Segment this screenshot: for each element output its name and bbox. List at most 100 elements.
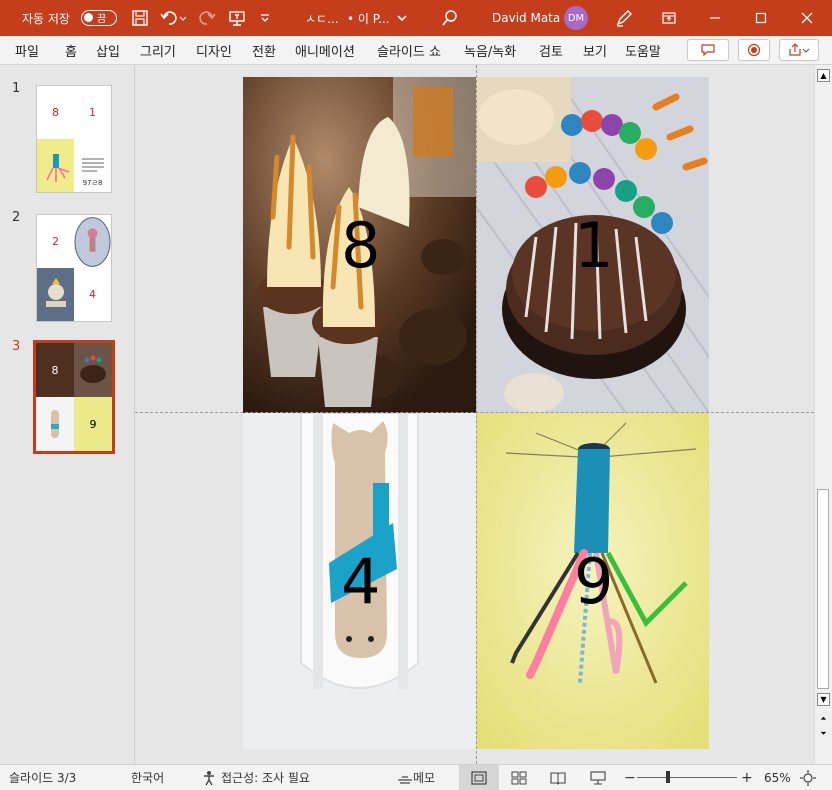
language-indicator[interactable]: 한국어	[131, 765, 164, 790]
zoom-level[interactable]: 65%	[764, 765, 791, 790]
reading-view-button[interactable]	[550, 765, 566, 790]
tab-slideshow[interactable]: 슬라이드 쇼	[377, 36, 441, 64]
user-avatar[interactable]: DM	[564, 0, 588, 36]
fit-to-window-icon	[800, 769, 816, 786]
next-slide-icon[interactable]: ⏷	[817, 727, 830, 740]
thumb3-cell: 8	[36, 343, 74, 397]
normal-view-icon	[471, 770, 487, 785]
thumb2-image	[74, 215, 111, 268]
slide-indicator: 슬라이드 3/3	[9, 771, 77, 785]
tab-draw[interactable]: 그리기	[140, 36, 176, 64]
thumb3-image	[36, 397, 74, 451]
record-icon	[747, 43, 761, 57]
undo-icon[interactable]	[160, 0, 186, 36]
previous-slide-icon[interactable]: ⏶	[817, 712, 830, 725]
tab-view[interactable]: 보기	[583, 36, 607, 64]
minimize-icon[interactable]	[692, 0, 738, 36]
pen-icon[interactable]	[614, 0, 634, 36]
thumb2-cell: 4	[89, 288, 96, 301]
share-button[interactable]	[779, 39, 819, 61]
tab-insert[interactable]: 삽입	[96, 36, 120, 64]
reading-view-icon	[550, 771, 566, 785]
zoom-out-button[interactable]: −	[624, 765, 636, 790]
vertical-scrollbar[interactable]: ▲ ▼ ⏶ ⏷	[814, 65, 832, 764]
thumbnail-number-1: 1	[12, 81, 21, 96]
slide-canvas-area[interactable]: 8 1 4 9	[135, 65, 814, 764]
thumb1-cell: 1	[89, 106, 96, 119]
title-bar: 자동 저장 끔 ㅅㄷ... • 이 P... David Mata DM	[0, 0, 832, 36]
close-icon[interactable]	[784, 0, 830, 36]
zoom-slider[interactable]	[637, 765, 737, 790]
thumbnail-number-2: 2	[12, 210, 21, 225]
thumb1-cell: 8	[52, 106, 59, 119]
thumb3-cell: 9	[74, 397, 112, 451]
scroll-thumb[interactable]	[817, 489, 829, 689]
tab-help[interactable]: 도움말	[625, 36, 661, 64]
maximize-icon[interactable]	[738, 0, 784, 36]
zoom-thumb[interactable]	[666, 771, 670, 783]
slide-thumbnail-2[interactable]: 2 4	[36, 214, 112, 322]
slide-number-1[interactable]: 1	[574, 209, 613, 282]
slide-thumbnail-3[interactable]: 8 9	[33, 340, 115, 454]
document-status[interactable]: • 이 P...	[347, 0, 390, 36]
tab-design[interactable]: 디자인	[196, 36, 232, 64]
tab-file[interactable]: 파일	[15, 36, 39, 64]
accessibility-status: 접근성: 조사 필요	[221, 771, 310, 785]
scroll-up-icon[interactable]: ▲	[817, 69, 830, 82]
notes-button[interactable]: 메모	[397, 765, 435, 790]
share-icon	[789, 43, 810, 56]
customize-toolbar-icon[interactable]	[259, 0, 271, 36]
notes-label: 메모	[413, 771, 436, 785]
accessibility-icon	[204, 770, 214, 785]
status-bar: 슬라이드 3/3 한국어 접근성: 조사 필요 메모 − + 65%	[0, 764, 832, 790]
comment-icon	[701, 44, 715, 56]
ribbon-display-icon[interactable]	[646, 0, 692, 36]
slide-sorter-button[interactable]	[511, 765, 527, 790]
tab-home[interactable]: 홈	[65, 36, 77, 64]
zoom-track	[637, 777, 737, 778]
zoom-in-button[interactable]: +	[741, 765, 753, 790]
autosave-label: 자동 저장	[22, 11, 70, 26]
slide-number-8[interactable]: 8	[341, 209, 380, 282]
accessibility-button[interactable]: 접근성: 조사 필요	[201, 765, 310, 790]
slideshow-button[interactable]	[590, 765, 606, 790]
thumb2-image	[37, 268, 74, 321]
thumb2-cell: 2	[52, 235, 59, 248]
avatar-initials: DM	[564, 6, 588, 30]
search-icon[interactable]	[441, 0, 459, 36]
present-from-start-icon[interactable]	[228, 0, 246, 36]
comments-button[interactable]	[687, 39, 729, 61]
vertical-guide-line[interactable]	[476, 65, 477, 764]
slide-thumbnail-pane[interactable]: 1 8 1 97ㄹ8 2 2 4 3 8 9	[0, 65, 135, 764]
normal-view-button[interactable]	[459, 765, 499, 790]
horizontal-guide-line[interactable]	[135, 412, 814, 413]
straws-photo[interactable]: 9	[476, 413, 709, 749]
autosave-toggle[interactable]: 끔	[81, 0, 117, 36]
record-button[interactable]	[738, 39, 770, 61]
tab-review[interactable]: 검토	[539, 36, 563, 64]
crochet-bear-photo[interactable]: 4	[243, 413, 476, 749]
tab-record[interactable]: 녹음/녹화	[464, 36, 516, 64]
user-name[interactable]: David Mata	[492, 0, 560, 36]
cupcakes-photo[interactable]: 8	[243, 77, 476, 413]
slide-number-4[interactable]: 4	[341, 545, 380, 618]
fit-to-window-button[interactable]	[800, 765, 816, 790]
ribbon: 파일 홈 삽입 그리기 디자인 전환 애니메이션 슬라이드 쇼 녹음/녹화 검토…	[0, 36, 832, 65]
autosave-state: 끔	[97, 14, 107, 25]
thumb1-cell: 97ㄹ8	[74, 139, 111, 192]
birthday-cake-photo[interactable]: 1	[476, 77, 709, 413]
tab-transitions[interactable]: 전환	[252, 36, 276, 64]
slideshow-icon	[590, 770, 606, 785]
tab-animations[interactable]: 애니메이션	[295, 36, 355, 64]
slide-number-9[interactable]: 9	[574, 545, 613, 618]
thumbnail-number-3: 3	[12, 339, 21, 354]
document-title[interactable]: ㅅㄷ...	[305, 0, 339, 36]
notes-icon	[398, 775, 412, 784]
redo-icon[interactable]	[198, 0, 216, 36]
scroll-down-icon[interactable]: ▼	[817, 693, 830, 706]
thumb1-text: 97ㄹ8	[82, 179, 103, 187]
save-icon[interactable]	[131, 0, 149, 36]
slide-thumbnail-1[interactable]: 8 1 97ㄹ8	[36, 85, 112, 193]
title-dropdown-icon[interactable]	[396, 0, 408, 36]
thumb3-image	[74, 343, 112, 397]
